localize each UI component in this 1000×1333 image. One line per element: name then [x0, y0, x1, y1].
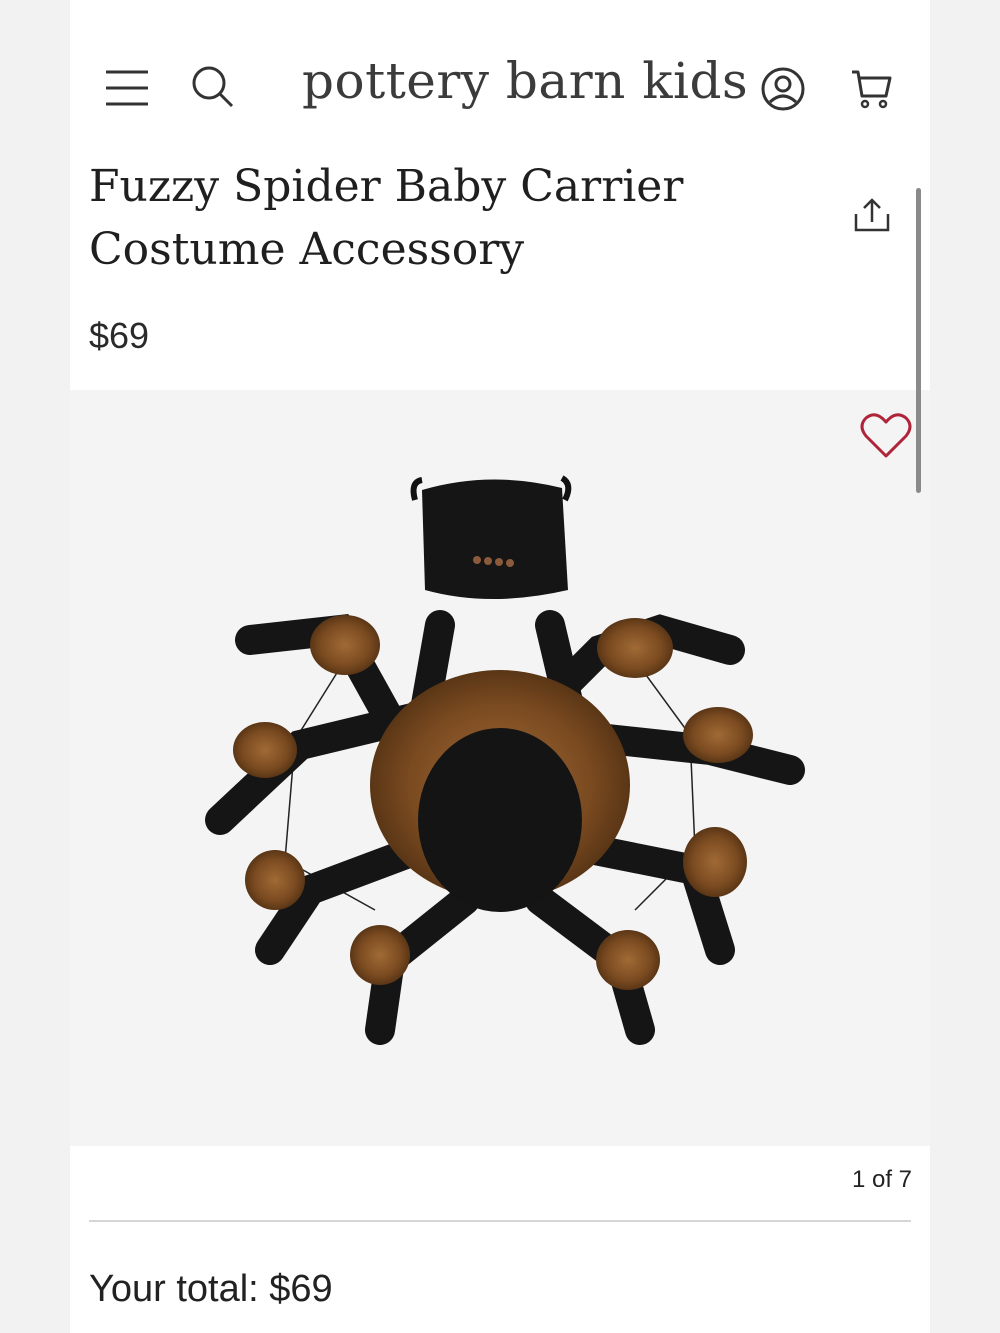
- product-title: Fuzzy Spider Baby Carrier Costume Access…: [89, 161, 684, 275]
- image-counter: 1 of 7: [851, 1166, 912, 1193]
- account-icon[interactable]: [760, 66, 806, 112]
- search-icon[interactable]: [190, 64, 236, 110]
- product-image: [205, 475, 805, 1045]
- product-page: pottery barn kids Fuzzy Spider Baby Carr…: [70, 0, 930, 1333]
- total-label: Your total: $69: [89, 1268, 333, 1310]
- scrollbar[interactable]: [916, 188, 921, 493]
- product-image-carousel[interactable]: [70, 390, 930, 1146]
- cart-icon[interactable]: [848, 66, 894, 112]
- site-header: pottery barn kids: [70, 0, 930, 150]
- spider-hat: [410, 475, 572, 599]
- product-price: $69: [89, 315, 150, 356]
- heart-icon[interactable]: [858, 410, 914, 460]
- menu-icon[interactable]: [104, 68, 150, 108]
- divider: [89, 1220, 911, 1222]
- brand-logo[interactable]: pottery barn kids: [302, 52, 748, 110]
- share-icon[interactable]: [852, 196, 892, 236]
- spider-body: [370, 670, 630, 912]
